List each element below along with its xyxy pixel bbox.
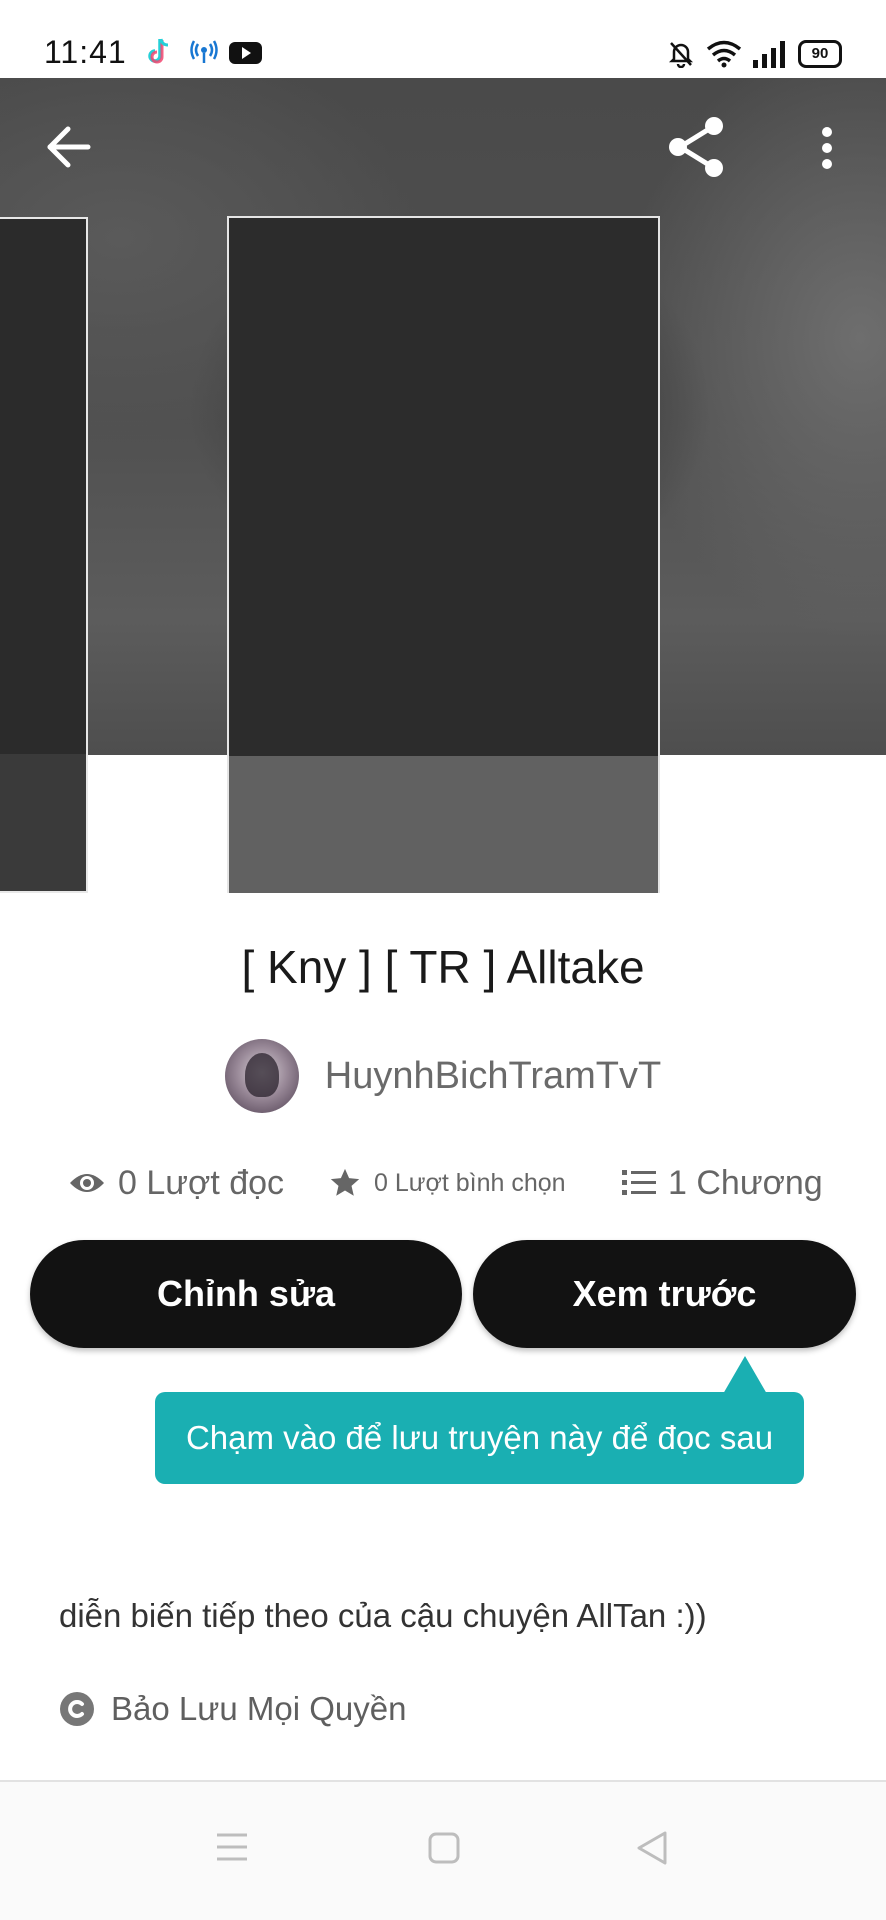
system-nav-bar [0, 1782, 886, 1920]
back-arrow-icon[interactable] [46, 126, 92, 168]
cover-lower-band [229, 756, 658, 893]
bell-off-icon [668, 42, 694, 68]
save-for-later-tooltip[interactable]: Chạm vào để lưu truyện này để đọc sau [155, 1392, 804, 1484]
back-triangle-icon[interactable] [636, 1830, 668, 1866]
copyright-text: Bảo Lưu Mọi Quyền [111, 1690, 407, 1727]
wifi-icon [706, 40, 742, 68]
status-time: 11:41 [44, 34, 127, 70]
youtube-icon [229, 42, 262, 64]
list-icon [622, 1170, 656, 1195]
reads-count: 0 Lượt đọc [118, 1163, 285, 1202]
share-icon[interactable] [666, 116, 730, 178]
battery-icon: 90 [798, 40, 842, 68]
parts-stat: 1 Chương [622, 1158, 823, 1208]
signal-icon [753, 41, 785, 68]
author-row[interactable]: HuynhBichTramTvT [0, 1038, 886, 1114]
author-avatar[interactable] [224, 1039, 299, 1113]
story-stats: 0 Lượt đọc 0 Lượt bình chọn 1 Chương [0, 1158, 886, 1208]
tooltip-text: Chạm vào để lưu truyện này để đọc sau [185, 1419, 774, 1456]
more-vertical-icon[interactable] [818, 126, 836, 170]
tiktok-icon [148, 38, 169, 64]
parts-count: 1 Chương [668, 1163, 823, 1202]
tooltip-arrow [723, 1356, 767, 1394]
copyright-icon [60, 1692, 94, 1726]
story-cover-image[interactable] [227, 216, 660, 893]
votes-stat: 0 Lượt bình chọn [328, 1158, 566, 1208]
reads-stat: 0 Lượt đọc [68, 1158, 284, 1208]
copyright-row: Bảo Lưu Mọi Quyền [59, 1690, 406, 1728]
star-icon [330, 1168, 360, 1196]
author-name[interactable]: HuynhBichTramTvT [325, 1055, 661, 1098]
previous-cover-thumbnail[interactable] [0, 217, 88, 893]
preview-button[interactable]: Xem trước [473, 1240, 856, 1348]
status-bar: 11:41 90 [0, 0, 886, 78]
votes-count: 0 Lượt bình chọn [374, 1168, 566, 1197]
home-square-icon[interactable] [428, 1832, 460, 1864]
menu-icon[interactable] [216, 1832, 248, 1862]
cover-lower-band [0, 754, 86, 891]
story-description: diễn biến tiếp theo của cậu chuyện AllTa… [59, 1597, 707, 1634]
hotspot-icon [190, 40, 218, 63]
eye-icon [70, 1174, 104, 1192]
story-title: [ Kny ] [ TR ] Alltake [241, 941, 645, 993]
edit-button[interactable]: Chỉnh sửa [30, 1240, 462, 1348]
